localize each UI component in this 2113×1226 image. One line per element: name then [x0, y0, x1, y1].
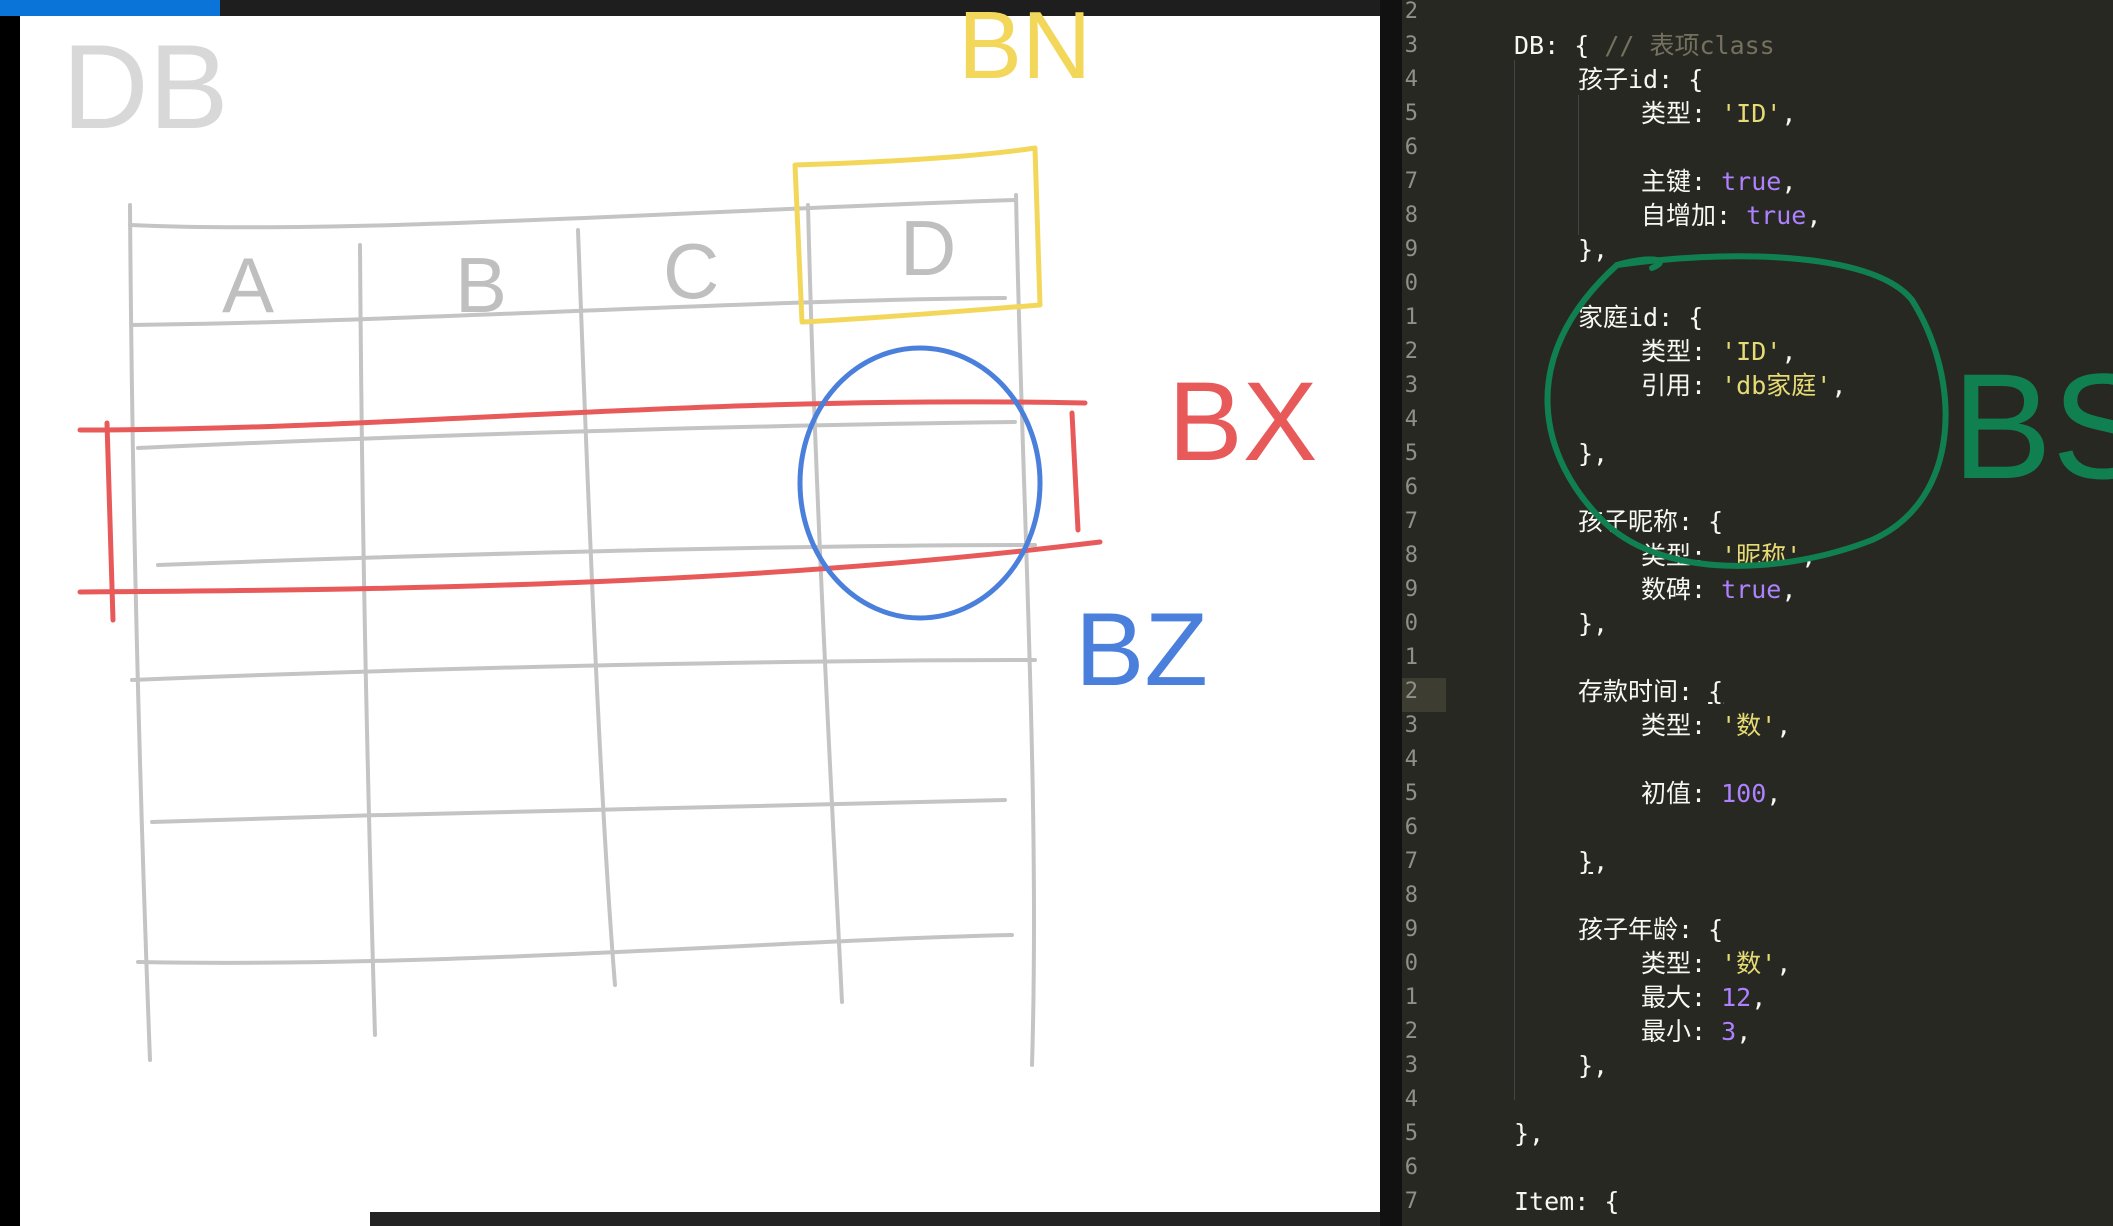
bn-label: BN: [958, 0, 1091, 99]
code-editor[interactable]: 2 3 4 5 6 7 8 9 0 1 2 3 4 5 6 7 8 9 0 1 …: [1402, 0, 2113, 1226]
col-b-label: B: [455, 241, 507, 329]
sketch-vline-3: [576, 228, 617, 987]
col-d-label: D: [900, 204, 956, 292]
bx-top-line: [77, 399, 1088, 433]
bz-circle: [797, 345, 1043, 621]
col-c-label: C: [663, 227, 719, 315]
table-sketch: A B C D DB BN BX BZ: [62, 0, 1317, 1067]
sketch-hline-4: [130, 658, 1037, 682]
sketch-vline-4: [806, 203, 844, 1004]
sketch-hline-top: [128, 198, 1017, 230]
sketch-vline-1: [128, 203, 152, 1062]
sketch-hline-6: [136, 933, 1014, 965]
bs-label: BS: [1952, 342, 2113, 510]
sketch-vline-5: [1014, 193, 1037, 1067]
col-a-label: A: [222, 241, 274, 329]
bz-label: BZ: [1075, 592, 1208, 708]
bx-right-bar: [1069, 410, 1081, 533]
bx-label: BX: [1168, 359, 1317, 484]
pane-divider[interactable]: [1380, 0, 1402, 1226]
bs-circle: [1544, 253, 1949, 569]
sketch-vline-2: [358, 243, 377, 1037]
bs-annotation: BS: [1544, 253, 2113, 569]
db-label: DB: [62, 20, 229, 154]
sketch-hline-5: [150, 798, 1007, 824]
